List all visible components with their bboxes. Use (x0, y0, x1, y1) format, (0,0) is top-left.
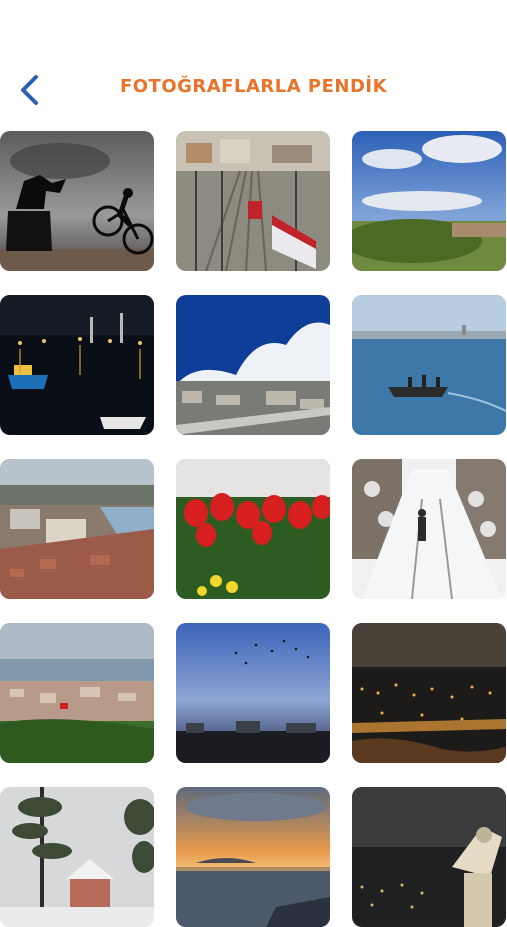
photo-image (176, 131, 330, 271)
photo-tile[interactable] (176, 787, 330, 927)
app-header: FOTOĞRAFLARLA PENDİK (0, 0, 507, 120)
photo-tile[interactable] (352, 131, 506, 271)
photo-tile[interactable] (0, 131, 154, 271)
photo-image (176, 295, 330, 435)
photo-image (0, 459, 154, 599)
photo-tile[interactable] (176, 459, 330, 599)
photo-tile[interactable] (352, 295, 506, 435)
photo-image (176, 787, 330, 927)
photo-image (0, 295, 154, 435)
photo-tile[interactable] (176, 131, 330, 271)
photo-image (0, 623, 154, 763)
photo-tile[interactable] (176, 295, 330, 435)
photo-image (0, 787, 154, 927)
photo-image (352, 787, 506, 927)
photo-image (176, 623, 330, 763)
photo-tile[interactable] (0, 623, 154, 763)
photo-tile[interactable] (352, 787, 506, 927)
photo-image (352, 131, 506, 271)
photo-tile[interactable] (0, 459, 154, 599)
photo-tile[interactable] (352, 459, 506, 599)
photo-tile[interactable] (0, 787, 154, 927)
photo-tile[interactable] (176, 623, 330, 763)
photo-tile[interactable] (0, 295, 154, 435)
photo-image (352, 459, 506, 599)
photo-image (352, 623, 506, 763)
photo-image (176, 459, 330, 599)
photo-image (352, 295, 506, 435)
photo-image (0, 131, 154, 271)
photo-tile[interactable] (352, 623, 506, 763)
page-title: FOTOĞRAFLARLA PENDİK (119, 76, 388, 97)
